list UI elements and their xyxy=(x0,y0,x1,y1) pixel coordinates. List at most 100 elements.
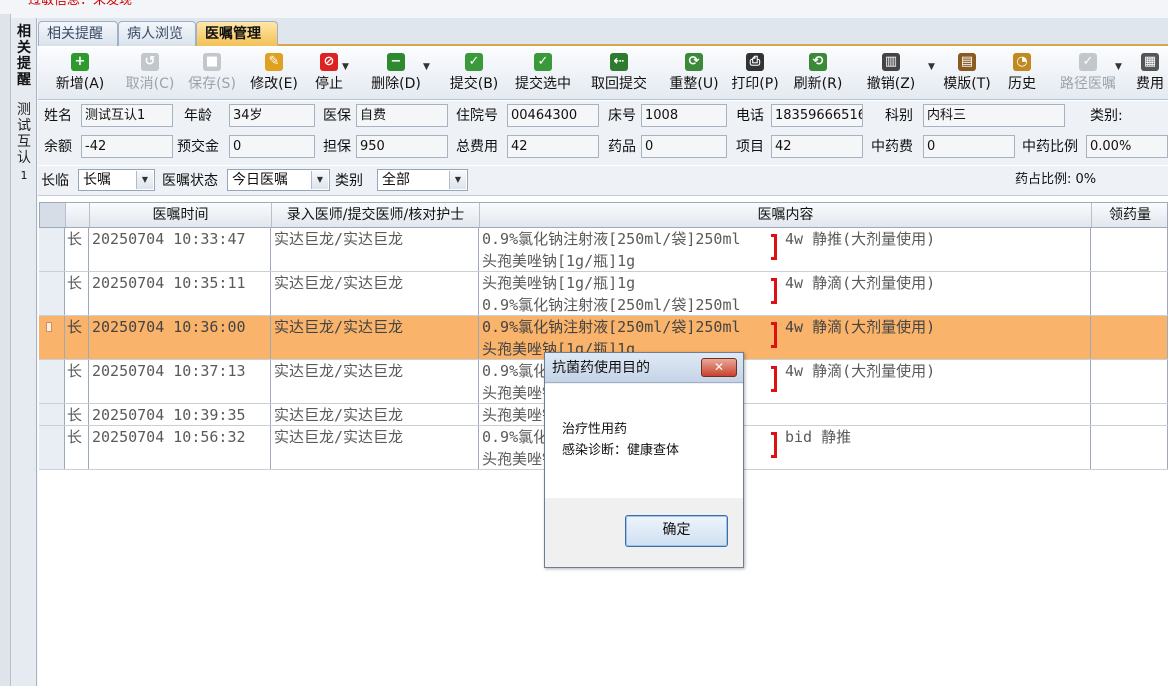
header-corner[interactable] xyxy=(40,203,66,227)
order-category-select[interactable]: 全部 ▼ xyxy=(377,169,468,191)
toolbar-button-6[interactable]: ✓ 提交(B) xyxy=(443,50,505,98)
filter-bar: 长临 长嘱 ▼ 医嘱状态 今日医嘱 ▼ 类别 全部 ▼ 药占比例: 0% xyxy=(38,166,1168,196)
reload-icon: ⟲ xyxy=(809,53,827,71)
prepaid-field[interactable]: 0 xyxy=(229,135,315,158)
toolbar-button-13[interactable]: ▤ 模版(T) xyxy=(937,50,997,98)
bed-label: 床号 xyxy=(608,108,636,124)
drug-ratio-text: 药占比例: 0% xyxy=(1015,172,1097,187)
balance-label: 余额 xyxy=(44,139,72,155)
row-selector[interactable] xyxy=(39,426,65,469)
header-doctors[interactable]: 录入医师/提交医师/核对护士 xyxy=(272,203,480,227)
order-type-select[interactable]: 长嘱 ▼ xyxy=(78,169,155,191)
order-doctors: 实达巨龙/实达巨龙 xyxy=(271,360,479,403)
toolbar-button-10[interactable]: ⎙ 打印(P) xyxy=(727,50,783,98)
toolbar-button-15[interactable]: ✓ 路径医嘱 xyxy=(1047,50,1129,98)
insurance-field[interactable]: 自费 xyxy=(356,104,448,127)
order-type-flag: 长 xyxy=(65,272,89,315)
header-dispense-qty[interactable]: 领药量 xyxy=(1092,203,1168,227)
chevron-down-icon[interactable]: ▼ xyxy=(311,171,328,189)
sidebar-tab-reminders[interactable]: 相关提醒 xyxy=(15,24,33,88)
toolbar-button-1[interactable]: ↺ 取消(C) xyxy=(118,50,182,98)
toolbar-button-label: 历史 xyxy=(1008,76,1036,92)
toolbar-button-16[interactable]: ▦ 费用 xyxy=(1131,50,1168,98)
order-doctors: 实达巨龙/实达巨龙 xyxy=(271,272,479,315)
toolbar-button-label: 保存(S) xyxy=(188,76,236,92)
age-field[interactable]: 34岁 xyxy=(229,104,315,127)
header-order-content[interactable]: 医嘱内容 xyxy=(480,203,1092,227)
order-status-select[interactable]: 今日医嘱 ▼ xyxy=(227,169,330,191)
table-row[interactable]: 长 20250704 10:33:47 实达巨龙/实达巨龙 0.9%氯化钠注射液[25… xyxy=(39,228,1168,272)
order-doctors: 实达巨龙/实达巨龙 xyxy=(271,316,479,359)
toolbar-button-12[interactable]: ▥ 撤销(Z) xyxy=(852,50,930,98)
toolbar-button-9[interactable]: ⟳ 重整(U) xyxy=(663,50,725,98)
tab-strip: 相关提醒 病人浏览 医嘱管理 xyxy=(38,18,1168,46)
tcm-ratio-field[interactable]: 0.00% xyxy=(1086,135,1168,158)
toolbar-button-3[interactable]: ✎ 修改(E) xyxy=(243,50,305,98)
group-bracket-icon xyxy=(771,366,777,392)
toolbar-button-label: 修改(E) xyxy=(250,76,298,92)
dialog-diagnosis-text: 感染诊断：健康查体 xyxy=(562,443,680,458)
tcm-cost-field[interactable]: 0 xyxy=(923,135,1015,158)
category-label: 类别: xyxy=(1090,108,1123,124)
toolbar-button-4[interactable]: ⊘ 停止 xyxy=(306,50,352,98)
tcm-cost-label: 中药费 xyxy=(871,139,913,155)
toolbar-button-11[interactable]: ⟲ 刷新(R) xyxy=(788,50,848,98)
order-doctors: 实达巨龙/实达巨龙 xyxy=(271,426,479,469)
guarantee-field[interactable]: 950 xyxy=(356,135,448,158)
trash-icon: ▥ xyxy=(882,53,900,71)
sidebar-tab-patient[interactable]: 测试互认 xyxy=(15,102,33,166)
toolbar-button-label: 删除(D) xyxy=(371,76,421,92)
order-content-line2: 头孢美唑钠[1g/瓶]1g xyxy=(482,252,636,270)
toolbar-button-0[interactable]: + 新增(A) xyxy=(43,50,117,98)
group-bracket-icon xyxy=(771,278,777,304)
dropdown-arrow-icon[interactable]: ▼ xyxy=(423,62,431,72)
toolbar-button-8[interactable]: ⇠ 取回提交 xyxy=(584,50,654,98)
submit-icon: ✓ xyxy=(465,53,483,71)
ok-button[interactable]: 确定 xyxy=(625,515,728,547)
row-selector[interactable] xyxy=(39,228,65,271)
current-row-icon xyxy=(46,322,52,332)
order-content: 0.9%氯化钠注射液[250ml/袋]250ml头孢美唑钠[1g/瓶]1g4w … xyxy=(479,228,1091,271)
name-field[interactable]: 测试互认1 xyxy=(81,104,173,127)
tab-patient-browse[interactable]: 病人浏览 xyxy=(118,21,196,46)
close-button[interactable]: ✕ xyxy=(701,358,737,377)
row-selector[interactable] xyxy=(39,404,65,425)
dropdown-arrow-icon[interactable]: ▼ xyxy=(1115,62,1123,72)
total-cost-field[interactable]: 42 xyxy=(507,135,599,158)
order-usage: bid 静推 xyxy=(785,428,852,446)
order-status-value: 今日医嘱 xyxy=(232,172,288,188)
toolbar-button-14[interactable]: ◔ 历史 xyxy=(1001,50,1043,98)
admission-field[interactable]: 00464300 xyxy=(507,104,599,127)
dropdown-arrow-icon[interactable]: ▼ xyxy=(928,62,936,72)
dropdown-arrow-icon[interactable]: ▼ xyxy=(342,62,350,72)
fee-icon: ▦ xyxy=(1141,53,1159,71)
header-order-time[interactable]: 医嘱时间 xyxy=(90,203,272,227)
chevron-down-icon[interactable]: ▼ xyxy=(449,171,466,189)
bed-field[interactable]: 1008 xyxy=(641,104,727,127)
order-type-flag: 长 xyxy=(65,404,89,425)
tab-reminders[interactable]: 相关提醒 xyxy=(38,21,118,46)
chevron-down-icon[interactable]: ▼ xyxy=(136,171,153,189)
item-cost-field[interactable]: 42 xyxy=(771,135,863,158)
toolbar-button-label: 刷新(R) xyxy=(793,76,843,92)
table-row[interactable]: 长 20250704 10:35:11 实达巨龙/实达巨龙 头孢美唑钠[1g/瓶]1g… xyxy=(39,272,1168,316)
balance-field[interactable]: -42 xyxy=(81,135,173,158)
insurance-label: 医保 xyxy=(323,108,351,124)
prepaid-label: 预交金 xyxy=(177,139,219,155)
order-type-flag: 长 xyxy=(65,360,89,403)
toolbar-button-7[interactable]: ✓ 提交选中 xyxy=(508,50,578,98)
drug-cost-field[interactable]: 0 xyxy=(641,135,727,158)
row-selector[interactable] xyxy=(39,360,65,403)
admission-label: 住院号 xyxy=(456,108,498,124)
toolbar-button-5[interactable]: − 删除(D) xyxy=(360,50,432,98)
toolbar-button-label: 重整(U) xyxy=(669,76,719,92)
tab-order-management[interactable]: 医嘱管理 xyxy=(196,21,278,46)
group-bracket-icon xyxy=(771,234,777,260)
toolbar-button-label: 打印(P) xyxy=(731,76,779,92)
phone-field[interactable]: 18359666516 xyxy=(771,104,863,127)
group-bracket-icon xyxy=(771,322,777,348)
dept-field[interactable]: 内科三 xyxy=(923,104,1065,127)
row-selector[interactable] xyxy=(39,272,65,315)
toolbar-button-2[interactable]: ■ 保存(S) xyxy=(183,50,241,98)
row-selector[interactable] xyxy=(39,316,65,359)
